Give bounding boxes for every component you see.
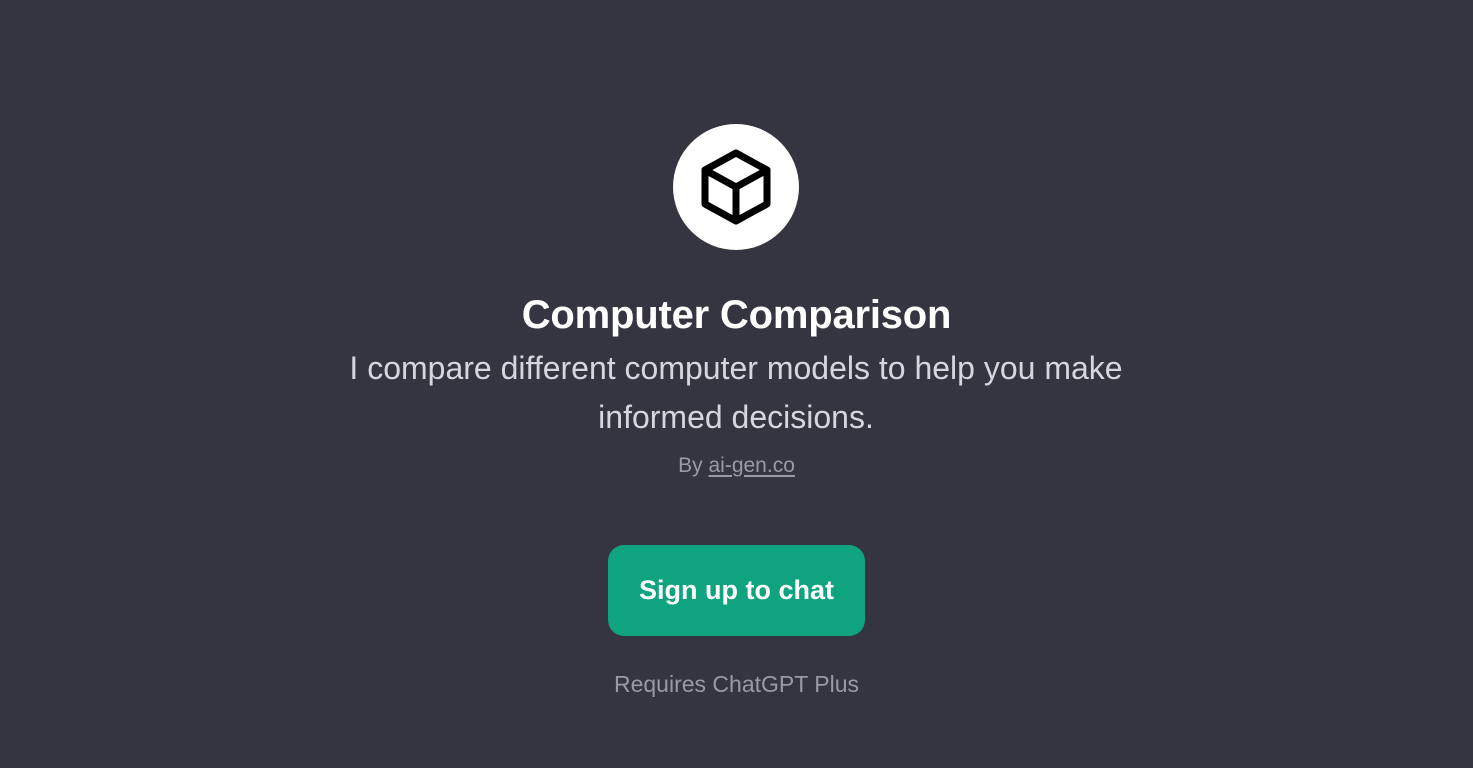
requirement-note: Requires ChatGPT Plus	[613, 671, 859, 697]
cube-icon	[701, 149, 771, 225]
author-byline: By ai-gen.co	[0, 452, 1473, 480]
author-link[interactable]: ai-gen.co	[708, 454, 794, 477]
byline-prefix: By	[678, 454, 703, 477]
gpt-description: I compare different computer models to h…	[349, 350, 1123, 435]
gpt-title: Computer Comparison	[521, 293, 952, 337]
gpt-avatar	[673, 124, 799, 250]
sign-up-button[interactable]: Sign up to chat	[608, 545, 865, 636]
